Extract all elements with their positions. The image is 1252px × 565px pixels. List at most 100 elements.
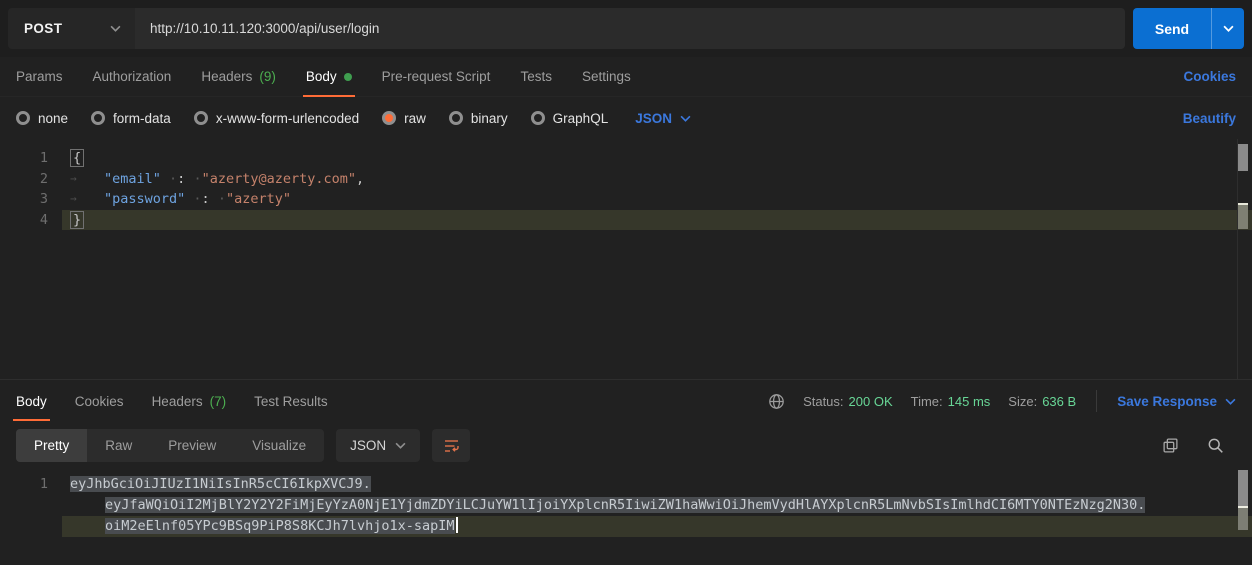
tab-tests-label: Tests [520, 69, 552, 84]
time-indicator: Time: 145 ms [911, 394, 991, 409]
radio-binary-label: binary [471, 111, 508, 126]
method-label: POST [24, 21, 62, 36]
json-value-password: "azerty" [226, 191, 291, 207]
response-tab-test-results-label: Test Results [254, 394, 328, 409]
cookies-link[interactable]: Cookies [1183, 69, 1236, 84]
status-value: 200 OK [849, 394, 893, 409]
indent-arrow-icon [70, 190, 104, 211]
raw-language-label: JSON [635, 111, 672, 126]
response-body-viewer[interactable]: 1 eyJhbGciOiJIUzI1NiIsInR5cCI6IkpXVCJ9. … [0, 468, 1252, 565]
url-field-wrap [135, 8, 1125, 49]
radio-none-label: none [38, 111, 68, 126]
tab-body-label: Body [306, 69, 337, 84]
editor-line-3: 3 "password":"azerty" [0, 189, 1252, 210]
tab-body[interactable]: Body [306, 57, 352, 97]
divider [1096, 390, 1097, 412]
view-tab-visualize[interactable]: Visualize [234, 429, 324, 462]
method-dropdown[interactable]: POST [8, 8, 135, 49]
response-tab-cookies[interactable]: Cookies [75, 381, 124, 421]
view-tab-pretty[interactable]: Pretty [16, 429, 87, 462]
radio-graphql[interactable]: GraphQL [531, 111, 609, 126]
request-tabs: Params Authorization Headers (9) Body Pr… [0, 57, 1252, 97]
editor-line-1: 1 { [0, 148, 1252, 169]
editor-line-4-current: 4 } [0, 210, 1252, 231]
tab-headers[interactable]: Headers (9) [201, 57, 276, 97]
beautify-link[interactable]: Beautify [1183, 111, 1236, 126]
request-url-bar: POST Send [0, 0, 1252, 57]
radio-urlencoded-label: x-www-form-urlencoded [216, 111, 359, 126]
view-tab-preview[interactable]: Preview [150, 429, 234, 462]
tab-authorization[interactable]: Authorization [93, 57, 172, 97]
radio-binary[interactable]: binary [449, 111, 508, 126]
radio-graphql-label: GraphQL [553, 111, 609, 126]
radio-none[interactable]: none [16, 111, 68, 126]
body-type-row: none form-data x-www-form-urlencoded raw… [0, 97, 1252, 139]
save-response-label: Save Response [1117, 394, 1217, 409]
colon-token: : [185, 191, 226, 207]
colon-token: : [161, 171, 202, 187]
response-toolbar-right [1162, 437, 1236, 454]
status-indicator: Status: 200 OK [803, 394, 893, 409]
response-scrollbar-thumb[interactable] [1238, 470, 1248, 506]
radio-raw-label: raw [404, 111, 426, 126]
time-value: 145 ms [948, 394, 991, 409]
radio-form-data-label: form-data [113, 111, 171, 126]
response-tab-test-results[interactable]: Test Results [254, 381, 328, 421]
radio-none-circle [16, 111, 30, 125]
send-button-group: Send [1133, 8, 1244, 49]
radio-graphql-circle [531, 111, 545, 125]
radio-form-data-circle [91, 111, 105, 125]
response-line-2: eyJfaWQiOiI2MjBlY2Y2Y2FiMjEyYzA0NjE1Yjdm… [0, 495, 1252, 516]
url-input[interactable] [135, 8, 1125, 49]
jwt-token-part-3: oiM2eElnf05YPc9BSq9PiP8S8KCJh7lvhjo1x-sa… [105, 518, 455, 534]
response-line-number: 1 [0, 474, 48, 495]
postman-request-view: POST Send Params Authorization Headers (… [0, 0, 1252, 565]
response-tab-cookies-label: Cookies [75, 394, 124, 409]
body-modified-dot [344, 73, 352, 81]
editor-scrollbar-thumb[interactable] [1238, 144, 1248, 171]
chevron-down-icon [1223, 25, 1234, 32]
headers-count-badge: (9) [259, 69, 276, 84]
response-tab-headers-label: Headers [152, 394, 203, 409]
response-line-1: 1 eyJhbGciOiJIUzI1NiIsInR5cCI6IkpXVCJ9. [0, 474, 1252, 495]
editor-overview-marker[interactable] [1238, 205, 1248, 229]
tab-settings[interactable]: Settings [582, 57, 631, 97]
copy-icon[interactable] [1162, 437, 1179, 454]
save-response-dropdown[interactable]: Save Response [1117, 394, 1236, 409]
view-tab-raw[interactable]: Raw [87, 429, 150, 462]
response-view-tabs: Pretty Raw Preview Visualize [16, 429, 324, 462]
send-options-button[interactable] [1211, 8, 1244, 49]
json-key-email: "email" [104, 171, 161, 187]
globe-icon[interactable] [768, 393, 785, 410]
view-tab-raw-label: Raw [105, 438, 132, 453]
editor-line-2: 2 "email":"azerty@azerty.com", [0, 169, 1252, 190]
open-brace-token: { [70, 149, 84, 167]
send-button[interactable]: Send [1133, 8, 1211, 49]
response-overview-marker[interactable] [1238, 508, 1248, 530]
search-icon[interactable] [1207, 437, 1224, 454]
response-tab-body[interactable]: Body [16, 381, 47, 421]
request-body-editor[interactable]: 1 { 2 "email":"azerty@azerty.com", 3 "pa… [0, 139, 1252, 379]
chevron-down-icon [1225, 398, 1236, 405]
wrap-lines-button[interactable] [432, 429, 470, 462]
tab-params-label: Params [16, 69, 63, 84]
response-language-dropdown[interactable]: JSON [336, 429, 420, 462]
jwt-token-part-2: eyJfaWQiOiI2MjBlY2Y2Y2FiMjEyYzA0NjE1Yjdm… [105, 497, 1145, 513]
radio-form-data[interactable]: form-data [91, 111, 171, 126]
response-tab-headers[interactable]: Headers (7) [152, 381, 227, 421]
radio-x-www-form-urlencoded[interactable]: x-www-form-urlencoded [194, 111, 359, 126]
response-line-3-current: oiM2eElnf05YPc9BSq9PiP8S8KCJh7lvhjo1x-sa… [0, 516, 1252, 537]
response-tab-body-label: Body [16, 394, 47, 409]
json-key-password: "password" [104, 191, 185, 207]
raw-language-dropdown[interactable]: JSON [635, 111, 691, 126]
close-brace-token: } [70, 211, 84, 229]
response-line-gutter [0, 495, 48, 516]
tab-tests[interactable]: Tests [520, 57, 552, 97]
response-line-gutter [0, 516, 48, 537]
tab-pre-request-script[interactable]: Pre-request Script [382, 57, 491, 97]
line-number: 2 [0, 169, 48, 190]
tab-params[interactable]: Params [16, 57, 63, 97]
radio-raw[interactable]: raw [382, 111, 426, 126]
view-tab-visualize-label: Visualize [252, 438, 306, 453]
view-tab-preview-label: Preview [168, 438, 216, 453]
